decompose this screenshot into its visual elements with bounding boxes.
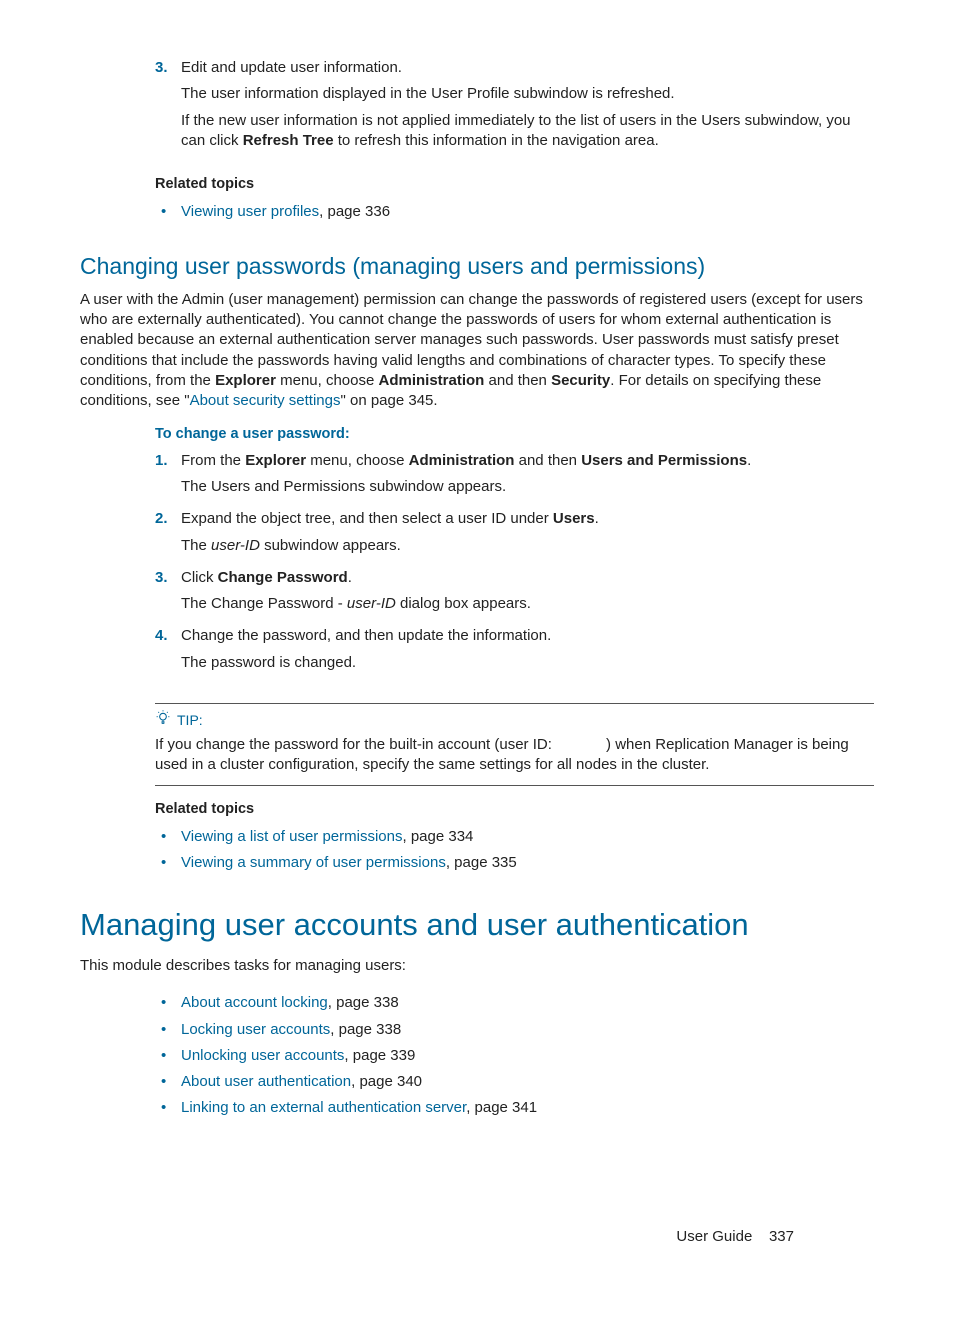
tip-body: If you change the password for the built… xyxy=(155,735,874,776)
link-unlocking-user-accounts[interactable]: Unlocking user accounts xyxy=(181,1047,344,1064)
step-text: Expand the object tree, and then select … xyxy=(181,510,599,527)
link-suffix: , page 338 xyxy=(328,994,399,1011)
lightbulb-icon xyxy=(155,710,171,731)
step-number: 4. xyxy=(155,626,168,646)
step-subtext: The Users and Permissions subwindow appe… xyxy=(181,477,874,497)
list-item: About account locking, page 338 xyxy=(155,990,874,1016)
step-number: 2. xyxy=(155,509,168,529)
topic-links-list: About account locking, page 338 Locking … xyxy=(155,990,874,1121)
related-topics-list: Viewing user profiles, page 336 xyxy=(155,199,874,225)
list-item: Locking user accounts, page 338 xyxy=(155,1017,874,1043)
intro-paragraph: This module describes tasks for managing… xyxy=(80,956,874,976)
list-item: Unlocking user accounts, page 339 xyxy=(155,1043,874,1069)
link-suffix: , page 340 xyxy=(351,1073,422,1090)
link-about-account-locking[interactable]: About account locking xyxy=(181,994,328,1011)
step-item: 3. Click Change Password. The Change Pas… xyxy=(155,568,874,627)
footer-label: User Guide xyxy=(676,1228,752,1245)
link-viewing-list-permissions[interactable]: Viewing a list of user permissions xyxy=(181,828,402,845)
step-text: Click Change Password. xyxy=(181,569,352,586)
related-topics-list: Viewing a list of user permissions, page… xyxy=(155,824,874,877)
step-number: 3. xyxy=(155,58,168,78)
link-suffix: , page 338 xyxy=(330,1021,401,1038)
link-viewing-user-profiles[interactable]: Viewing user profiles xyxy=(181,203,319,220)
link-viewing-summary-permissions[interactable]: Viewing a summary of user permissions xyxy=(181,854,446,871)
list-item: About user authentication, page 340 xyxy=(155,1069,874,1095)
step-subtext: The user-ID subwindow appears. xyxy=(181,536,874,556)
link-suffix: , page 335 xyxy=(446,854,517,871)
list-item: Viewing a summary of user permissions, p… xyxy=(155,850,874,876)
tip-header: TIP: xyxy=(155,710,874,731)
step-subtext: The Change Password - user-ID dialog box… xyxy=(181,594,874,614)
top-continuation-steps: 3. Edit and update user information. The… xyxy=(155,58,874,163)
link-suffix: , page 336 xyxy=(319,203,390,220)
step-item: 1. From the Explorer menu, choose Admini… xyxy=(155,451,874,510)
heading-changing-passwords: Changing user passwords (managing users … xyxy=(80,251,874,282)
step-subtext: The password is changed. xyxy=(181,653,874,673)
tip-callout: TIP: If you change the password for the … xyxy=(155,703,874,786)
step-number: 3. xyxy=(155,568,168,588)
step-item: 4. Change the password, and then update … xyxy=(155,626,874,685)
step-item: 3. Edit and update user information. The… xyxy=(155,58,874,163)
step-text: Change the password, and then update the… xyxy=(181,627,551,644)
related-topics-label: Related topics xyxy=(155,175,874,195)
link-locking-user-accounts[interactable]: Locking user accounts xyxy=(181,1021,330,1038)
step-number: 1. xyxy=(155,451,168,471)
page-number: 337 xyxy=(769,1228,794,1245)
list-item: Viewing a list of user permissions, page… xyxy=(155,824,874,850)
link-suffix: , page 334 xyxy=(402,828,473,845)
list-item: Viewing user profiles, page 336 xyxy=(155,199,874,225)
step-text: Edit and update user information. xyxy=(181,59,402,76)
link-suffix: , page 341 xyxy=(466,1099,537,1116)
heading-managing-accounts: Managing user accounts and user authenti… xyxy=(80,904,874,946)
step-subtext: The user information displayed in the Us… xyxy=(181,84,874,104)
link-about-user-authentication[interactable]: About user authentication xyxy=(181,1073,351,1090)
intro-paragraph: A user with the Admin (user management) … xyxy=(80,290,874,412)
step-subtext: If the new user information is not appli… xyxy=(181,111,874,152)
tip-label: TIP: xyxy=(177,711,203,730)
link-linking-external-auth[interactable]: Linking to an external authentication se… xyxy=(181,1099,466,1116)
step-item: 2. Expand the object tree, and then sele… xyxy=(155,509,874,568)
procedure-label: To change a user password: xyxy=(155,425,874,445)
step-text: From the Explorer menu, choose Administr… xyxy=(181,452,751,469)
page-footer: User Guide 337 xyxy=(676,1227,794,1247)
list-item: Linking to an external authentication se… xyxy=(155,1095,874,1121)
related-topics-label: Related topics xyxy=(155,800,874,820)
procedure-steps: 1. From the Explorer menu, choose Admini… xyxy=(155,451,874,685)
link-suffix: , page 339 xyxy=(344,1047,415,1064)
